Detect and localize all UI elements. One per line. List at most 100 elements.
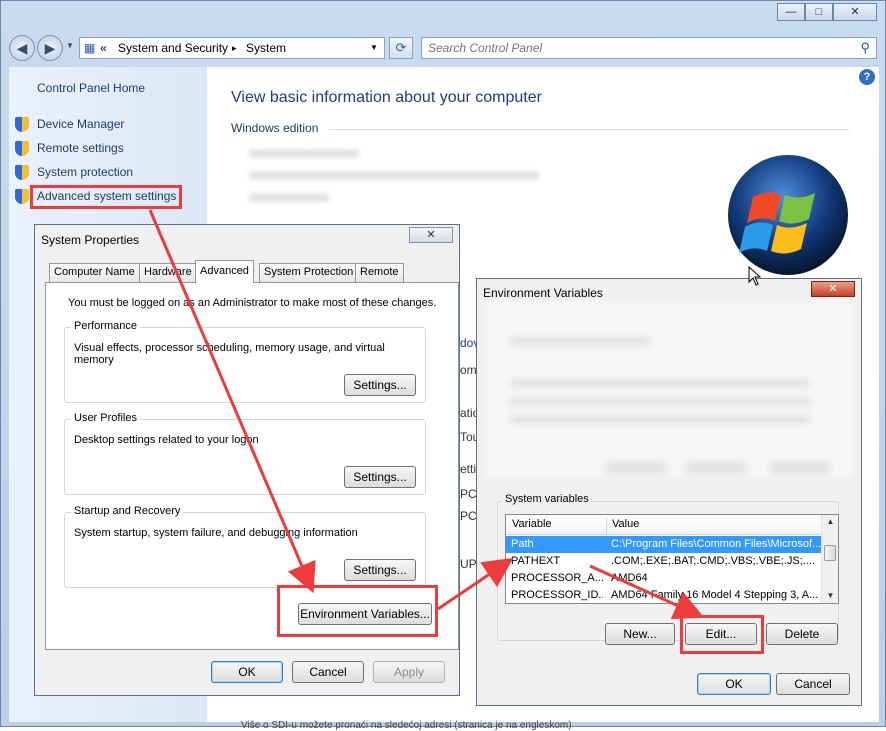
column-separator[interactable] [606, 518, 607, 538]
sidebar-item-system-protection[interactable]: System protection [15, 163, 133, 181]
scroll-up-icon[interactable]: ▲ [822, 517, 838, 526]
search-box: ⚲ [421, 37, 877, 59]
address-bar[interactable]: ▦ « System and Security ▸ System ▼ [79, 37, 385, 59]
system-variables-list[interactable]: Variable Value Path C:\Program Files\Com… [505, 514, 839, 604]
help-icon[interactable]: ? [859, 69, 875, 85]
tab-advanced[interactable]: Advanced [195, 260, 254, 283]
group-caption: Performance [71, 320, 140, 332]
cancel-button[interactable]: Cancel [292, 661, 364, 683]
scroll-thumb[interactable] [824, 545, 836, 561]
search-input[interactable] [422, 38, 842, 58]
sidebar-item-label: Remote settings [37, 141, 124, 155]
close-button[interactable]: ✕ [409, 227, 453, 243]
sidebar-item-label: Device Manager [37, 117, 125, 131]
forward-arrow-icon[interactable]: ▶ [37, 35, 63, 61]
user-variables-blurred [486, 301, 852, 477]
close-button[interactable]: ✕ [833, 3, 877, 21]
main-peek-text: etti [460, 462, 477, 476]
minimize-button[interactable]: — [777, 3, 805, 21]
window-controls: — □ ✕ [777, 3, 877, 21]
performance-settings-button[interactable]: Settings... [344, 374, 416, 396]
uac-shield-icon [15, 140, 29, 156]
refresh-icon[interactable]: ⟳ [389, 37, 413, 59]
blurred-text [249, 193, 329, 202]
search-icon[interactable]: ⚲ [860, 40, 870, 56]
tab-system-protection[interactable]: System Protection [259, 263, 359, 282]
mouse-cursor-icon [748, 266, 762, 286]
main-peek-text: UP [460, 557, 477, 571]
environment-variables-dialog: Environment Variables ✕ System variables… [476, 278, 862, 706]
blurred-text [249, 149, 359, 158]
row-value: C:\Program Files\Common Files\Microsof..… [611, 538, 821, 550]
tab-hardware[interactable]: Hardware [139, 263, 197, 282]
control-panel-icon: ▦ [84, 41, 96, 55]
address-dropdown-icon[interactable]: ▼ [370, 43, 378, 52]
sidebar-item-remote-settings[interactable]: Remote settings [15, 139, 124, 157]
list-scrollbar[interactable]: ▲ ▼ [821, 515, 838, 603]
breadcrumb-separator-icon: ▸ [232, 43, 237, 53]
table-row[interactable]: PATHEXT .COM;.EXE;.BAT;.CMD;.VBS;.VBE;.J… [506, 553, 822, 570]
group-caption: Startup and Recovery [71, 505, 184, 517]
row-variable: PROCESSOR_A... [511, 572, 603, 584]
blurred-text [510, 379, 810, 388]
delete-variable-button[interactable]: Delete [766, 623, 838, 645]
row-variable: Path [511, 538, 534, 550]
row-variable: PATHEXT [511, 555, 561, 567]
uac-shield-icon [15, 116, 29, 132]
table-row[interactable]: Path C:\Program Files\Common Files\Micro… [506, 536, 822, 553]
group-description: System startup, system failure, and debu… [74, 527, 358, 539]
table-row[interactable]: PROCESSOR_ID... AMD64 Family 16 Model 4 … [506, 587, 822, 603]
maximize-button[interactable]: □ [805, 3, 833, 21]
startup-recovery-group: Startup and Recovery System startup, sys… [64, 505, 426, 588]
section-heading: Windows edition [231, 121, 319, 135]
row-value: .COM;.EXE;.BAT;.CMD;.VBS;.VBE;.JS;.... [611, 555, 815, 567]
group-caption: System variables [502, 493, 592, 505]
ok-button[interactable]: OK [211, 661, 283, 683]
dialog-title: Environment Variables [483, 286, 603, 300]
blurred-text [510, 337, 650, 346]
apply-button[interactable]: Apply [373, 661, 445, 683]
column-variable[interactable]: Variable [512, 518, 552, 530]
address-row: ◀ ▶ ▼ ▦ « System and Security ▸ System ▼… [9, 35, 879, 61]
sidebar-item-label: System protection [37, 165, 134, 179]
blurred-button [686, 461, 746, 475]
list-header: Variable Value [506, 515, 822, 538]
page-title: View basic information about your comput… [231, 89, 542, 106]
user-profiles-settings-button[interactable]: Settings... [344, 466, 416, 488]
section-divider [329, 129, 849, 130]
close-button[interactable]: ✕ [811, 281, 855, 297]
sidebar-item-device-manager[interactable]: Device Manager [15, 115, 124, 133]
uac-shield-icon [15, 164, 29, 180]
ok-button[interactable]: OK [697, 673, 771, 695]
blurred-button [606, 461, 666, 475]
blurred-button [770, 461, 830, 475]
cancel-button[interactable]: Cancel [776, 673, 850, 695]
new-variable-button[interactable]: New... [605, 623, 675, 645]
blurred-text [249, 171, 539, 180]
row-variable: PROCESSOR_ID... [511, 589, 603, 601]
footer-text: Više o SDI-u možete pronaći na sledećoj … [241, 720, 572, 731]
highlight-env-button [277, 585, 438, 637]
breadcrumb-system-and-security[interactable]: System and Security [118, 41, 228, 55]
main-peek-text: om [460, 363, 477, 377]
group-caption: User Profiles [71, 412, 140, 424]
uac-shield-icon [15, 188, 29, 204]
group-description: Desktop settings related to your logon [74, 434, 259, 446]
admin-note: You must be logged on as an Administrato… [68, 297, 437, 309]
blurred-text [510, 415, 810, 424]
group-description: Visual effects, processor scheduling, me… [74, 342, 385, 366]
startup-recovery-settings-button[interactable]: Settings... [344, 559, 416, 581]
back-arrow-icon[interactable]: ◀ [9, 35, 35, 61]
breadcrumb-prefix[interactable]: « [100, 41, 107, 55]
scroll-down-icon[interactable]: ▼ [822, 591, 838, 600]
table-row[interactable]: PROCESSOR_A... AMD64 [506, 570, 822, 587]
tab-remote[interactable]: Remote [355, 263, 404, 282]
column-value[interactable]: Value [612, 518, 639, 530]
history-dropdown-icon[interactable]: ▼ [66, 41, 74, 50]
breadcrumb-system[interactable]: System [246, 41, 286, 55]
dialog-title: System Properties [41, 233, 140, 247]
main-peek-text: PC [460, 509, 477, 523]
tab-computer-name[interactable]: Computer Name [49, 263, 140, 282]
sidebar-home-link[interactable]: Control Panel Home [37, 81, 145, 95]
highlight-edit-button [680, 615, 764, 654]
